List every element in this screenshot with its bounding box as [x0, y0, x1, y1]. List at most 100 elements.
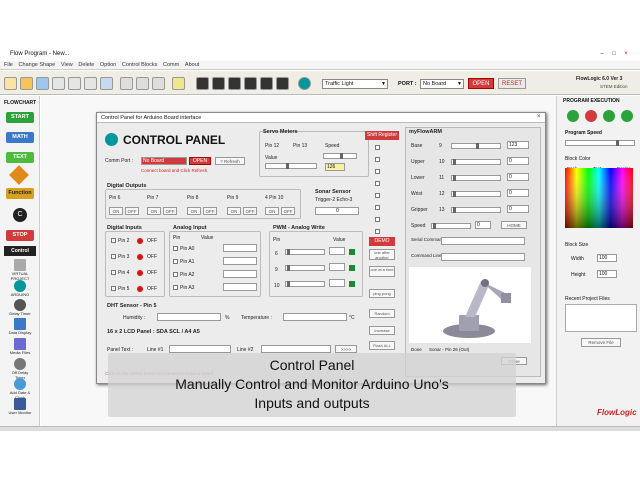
chip-icon[interactable]	[196, 77, 209, 90]
arm-upper-slider[interactable]	[451, 159, 501, 165]
dout-pin8-on[interactable]: ON	[187, 207, 201, 215]
play-icon[interactable]	[567, 110, 579, 122]
random-button[interactable]: Random	[369, 309, 395, 318]
math-block[interactable]: MATH	[6, 132, 34, 143]
dout-pin8-off[interactable]: OFF	[203, 207, 217, 215]
din-pin4-check[interactable]	[111, 270, 116, 275]
virtual-project-item[interactable]: VIRTUAL PROJECT	[8, 259, 32, 281]
arduino-icon[interactable]	[298, 77, 311, 90]
shift-check-3[interactable]	[375, 169, 380, 174]
din-pin2-check[interactable]	[111, 238, 116, 243]
dout-pin10-off[interactable]: OFF	[281, 207, 295, 215]
data-display-item[interactable]: Data Display	[8, 318, 32, 338]
save-icon[interactable]	[36, 77, 49, 90]
shift-check-1[interactable]	[375, 145, 380, 150]
redo-icon[interactable]	[136, 77, 149, 90]
connector-icon[interactable]: C	[13, 208, 27, 222]
arm-home-button[interactable]: HOME	[501, 221, 527, 229]
menu-control-blocks[interactable]: Control Blocks	[122, 61, 157, 70]
shift-check-2[interactable]	[375, 157, 380, 162]
program-select[interactable]: Traffic Light ▼	[322, 79, 388, 89]
serial-command-input[interactable]	[441, 237, 525, 245]
pwm-pin9-slider[interactable]	[285, 265, 325, 271]
program-speed-slider[interactable]	[565, 140, 635, 146]
step-icon[interactable]	[603, 110, 615, 122]
menu-delete[interactable]: Delete	[78, 61, 94, 70]
arm-lower-slider[interactable]	[451, 175, 501, 181]
dout-pin9-on[interactable]: ON	[227, 207, 241, 215]
dout-pin6-on[interactable]: ON	[109, 207, 123, 215]
cp-open-button[interactable]: OPEN	[189, 157, 211, 165]
arm-speed-value[interactable]: 0	[475, 221, 491, 229]
servo-speed-value[interactable]: 126	[325, 163, 345, 171]
control-item[interactable]: Control	[4, 246, 36, 256]
start-block[interactable]: START	[6, 112, 34, 123]
off-delay-timer-item[interactable]: Off Delay Timer	[8, 358, 32, 380]
dout-pin7-on[interactable]: ON	[147, 207, 161, 215]
increase-button[interactable]: Increase	[369, 326, 395, 335]
paste-icon[interactable]	[84, 77, 97, 90]
menu-about[interactable]: About	[185, 61, 199, 70]
minimize-button[interactable]: –	[598, 51, 606, 58]
dout-pin6-off[interactable]: OFF	[125, 207, 139, 215]
flash-all-button[interactable]: Flash ALL	[369, 341, 395, 350]
menu-option[interactable]: Option	[100, 61, 116, 70]
one-after-another-button[interactable]: one after another	[369, 249, 395, 260]
text-block[interactable]: TEXT	[6, 152, 34, 163]
analog-a0-check[interactable]	[173, 246, 178, 251]
arm-upper-value[interactable]: 0	[507, 157, 529, 165]
pwm-pin10-value[interactable]	[329, 279, 345, 287]
pwm-pin6-slider[interactable]	[285, 249, 325, 255]
date-clock-item[interactable]: Add Date & Clock	[8, 378, 32, 400]
color-palette[interactable]	[565, 168, 633, 228]
timer-icon[interactable]	[228, 77, 241, 90]
dout-pin9-off[interactable]: OFF	[243, 207, 257, 215]
stop-icon[interactable]	[585, 110, 597, 122]
sensor-icon[interactable]	[276, 77, 289, 90]
stop-block[interactable]: STOP	[6, 230, 34, 241]
comm-port-select[interactable]: No Board	[141, 157, 187, 165]
dout-pin10-on[interactable]: ON	[265, 207, 279, 215]
height-input[interactable]: 100	[597, 270, 617, 278]
analog-a2-check[interactable]	[173, 272, 178, 277]
board-icon[interactable]	[212, 77, 225, 90]
lcd-icon[interactable]	[260, 77, 273, 90]
shift-check-5[interactable]	[375, 193, 380, 198]
arm-base-slider[interactable]	[451, 143, 501, 149]
new-file-icon[interactable]	[4, 77, 17, 90]
shift-check-7[interactable]	[375, 217, 380, 222]
din-pin3-check[interactable]	[111, 254, 116, 259]
delay-timer-item[interactable]: Delay Timer	[8, 299, 32, 319]
lcd-line1-input[interactable]	[169, 345, 231, 353]
servo-slider[interactable]	[265, 163, 317, 169]
arduino-item[interactable]: ARDUINO	[8, 280, 32, 300]
shift-check-4[interactable]	[375, 181, 380, 186]
arm-wrist-slider[interactable]	[451, 191, 501, 197]
menu-file[interactable]: File	[4, 61, 13, 70]
menu-comm[interactable]: Comm	[163, 61, 179, 70]
display-icon[interactable]	[244, 77, 257, 90]
recent-files-list[interactable]	[565, 304, 637, 332]
user-monitor-item[interactable]: User Monitor	[8, 398, 32, 418]
arm-wrist-value[interactable]: 0	[507, 189, 529, 197]
analog-a3-check[interactable]	[173, 285, 178, 290]
lcd-send-button[interactable]: >>>>	[335, 345, 357, 353]
maximize-button[interactable]: □	[610, 51, 618, 58]
open-folder-icon[interactable]	[20, 77, 33, 90]
shift-check-8[interactable]	[375, 229, 380, 234]
width-input[interactable]: 100	[597, 254, 617, 262]
lcd-line2-input[interactable]	[261, 345, 331, 353]
board-select[interactable]: No Board ▼	[420, 79, 464, 89]
refresh-button[interactable]: ? Refresh	[215, 157, 245, 165]
zoom-icon[interactable]	[100, 77, 113, 90]
servo-speed-slider[interactable]	[323, 153, 357, 159]
lightbulb-icon[interactable]	[172, 77, 185, 90]
copy-icon[interactable]	[68, 77, 81, 90]
menu-view[interactable]: View	[61, 61, 73, 70]
pwm-pin6-value[interactable]	[329, 247, 345, 255]
media-files-item[interactable]: Media Files	[8, 338, 32, 358]
shift-check-6[interactable]	[375, 205, 380, 210]
command-line-input[interactable]	[441, 253, 525, 261]
demo-button[interactable]: DEMO	[369, 237, 395, 246]
pwm-pin10-slider[interactable]	[285, 281, 325, 287]
